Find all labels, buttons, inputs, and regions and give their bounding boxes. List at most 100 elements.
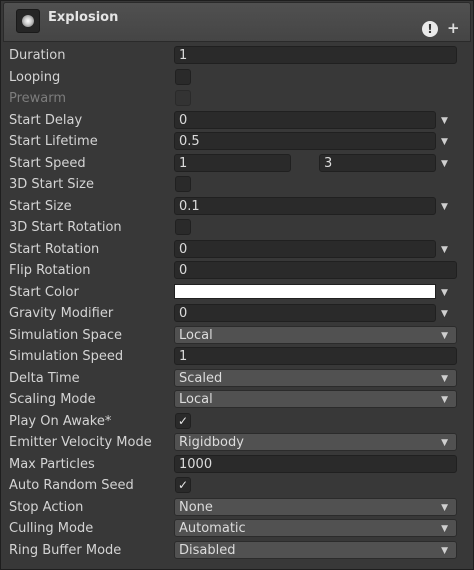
duration-label: Duration	[9, 48, 66, 63]
start-size-mode-dropdown-icon[interactable]: ▼	[441, 197, 448, 217]
flip-rotation-label: Flip Rotation	[9, 263, 91, 278]
start-size-label: Start Size	[9, 198, 72, 214]
row-max-particles: Max Particles 1000	[0, 454, 474, 476]
chevron-down-icon: ▼	[441, 373, 448, 384]
row-simulation-speed: Simulation Speed 1	[0, 346, 474, 368]
chevron-down-icon: ▼	[441, 502, 448, 513]
row-start-size: Start Size 0.1 ▼	[0, 196, 474, 218]
stop-action-dropdown[interactable]: None ▼	[174, 497, 457, 516]
start-lifetime-mode-dropdown-icon[interactable]: ▼	[441, 132, 448, 152]
row-start-rotation: Start Rotation 0 ▼	[0, 239, 474, 261]
row-duration: Duration 1	[0, 45, 474, 67]
particle-system-icon	[16, 9, 40, 33]
chevron-down-icon: ▼	[441, 395, 448, 405]
start-size-field[interactable]: 0.1	[174, 196, 436, 215]
property-list: Duration 1 Looping Prewarm Start Delay 0…	[0, 45, 474, 561]
row-start-delay: Start Delay 0 ▼	[0, 110, 474, 132]
3d-start-size-label: 3D Start Size	[9, 177, 94, 192]
start-lifetime-field[interactable]: 0.5	[174, 132, 436, 150]
scaling-mode-dropdown[interactable]: Local ▼	[174, 390, 457, 408]
culling-mode-value: Automatic	[179, 521, 246, 536]
emitter-velocity-mode-dropdown[interactable]: Rigidbody ▼	[174, 433, 457, 451]
culling-mode-dropdown[interactable]: Automatic ▼	[174, 519, 457, 537]
play-on-awake-checkbox[interactable]: ✓	[175, 412, 191, 429]
scaling-mode-value: Local	[179, 392, 213, 407]
start-delay-label: Start Delay	[9, 112, 83, 128]
start-rotation-mode-dropdown-icon[interactable]: ▼	[441, 240, 448, 260]
3d-start-rotation-label: 3D Start Rotation	[9, 220, 122, 235]
gravity-modifier-mode-dropdown-icon[interactable]: ▼	[441, 304, 448, 324]
start-speed-label: Start Speed	[9, 155, 86, 171]
row-start-speed: Start Speed 1 3 ▼	[0, 153, 474, 175]
chevron-down-icon: ▼	[441, 524, 448, 534]
start-speed-max-field[interactable]: 3	[319, 153, 436, 172]
culling-mode-label: Culling Mode	[9, 521, 94, 536]
simulation-space-value: Local	[179, 327, 213, 343]
start-rotation-label: Start Rotation	[9, 241, 100, 257]
row-stop-action: Stop Action None ▼	[0, 497, 474, 519]
3d-start-size-checkbox[interactable]	[175, 176, 191, 192]
start-speed-mode-dropdown-icon[interactable]: ▼	[441, 154, 448, 174]
scaling-mode-label: Scaling Mode	[9, 392, 96, 407]
flip-rotation-field[interactable]: 0	[174, 261, 457, 279]
play-on-awake-label: Play On Awake*	[9, 413, 112, 429]
row-looping: Looping	[0, 67, 474, 89]
row-3d-start-rotation: 3D Start Rotation	[0, 217, 474, 239]
start-color-mode-dropdown-icon[interactable]: ▼	[441, 283, 448, 303]
row-flip-rotation: Flip Rotation 0	[0, 260, 474, 282]
row-play-on-awake: Play On Awake* ✓	[0, 411, 474, 433]
stop-action-label: Stop Action	[9, 499, 84, 515]
row-start-color: Start Color ▼	[0, 282, 474, 304]
looping-label: Looping	[9, 69, 61, 85]
start-lifetime-label: Start Lifetime	[9, 134, 98, 149]
chevron-down-icon: ▼	[441, 545, 448, 556]
delta-time-dropdown[interactable]: Scaled ▼	[174, 368, 457, 387]
simulation-space-dropdown[interactable]: Local ▼	[174, 325, 457, 344]
start-delay-field[interactable]: 0	[174, 110, 436, 129]
simulation-speed-field[interactable]: 1	[174, 347, 457, 365]
max-particles-label: Max Particles	[9, 456, 95, 472]
row-3d-start-size: 3D Start Size	[0, 174, 474, 196]
row-ring-buffer-mode: Ring Buffer Mode Disabled ▼	[0, 540, 474, 562]
chevron-down-icon: ▼	[441, 438, 448, 448]
looping-checkbox[interactable]	[175, 68, 191, 85]
row-start-lifetime: Start Lifetime 0.5 ▼	[0, 131, 474, 153]
emitter-velocity-mode-value: Rigidbody	[179, 435, 244, 450]
start-rotation-field[interactable]: 0	[174, 239, 436, 258]
row-scaling-mode: Scaling Mode Local ▼	[0, 389, 474, 411]
start-delay-mode-dropdown-icon[interactable]: ▼	[441, 111, 448, 131]
row-prewarm: Prewarm	[0, 88, 474, 110]
prewarm-checkbox	[175, 90, 191, 106]
stop-action-value: None	[179, 499, 213, 515]
info-icon[interactable]: !	[422, 21, 438, 37]
gravity-modifier-label: Gravity Modifier	[9, 306, 114, 321]
ring-buffer-mode-value: Disabled	[179, 542, 236, 558]
prewarm-label: Prewarm	[9, 91, 67, 106]
add-icon[interactable]: +	[447, 19, 460, 37]
simulation-speed-label: Simulation Speed	[9, 349, 124, 364]
component-title: Explosion	[48, 10, 119, 25]
gravity-modifier-field[interactable]: 0	[174, 304, 436, 322]
3d-start-rotation-checkbox[interactable]	[175, 219, 191, 235]
auto-random-seed-label: Auto Random Seed	[9, 478, 134, 493]
simulation-space-label: Simulation Space	[9, 327, 122, 343]
start-color-label: Start Color	[9, 284, 79, 300]
duration-field[interactable]: 1	[174, 46, 457, 64]
row-gravity-modifier: Gravity Modifier 0 ▼	[0, 303, 474, 325]
auto-random-seed-checkbox[interactable]: ✓	[175, 477, 191, 493]
component-header[interactable]: Explosion ! +	[3, 2, 471, 42]
ring-buffer-mode-label: Ring Buffer Mode	[9, 542, 122, 558]
start-color-swatch[interactable]	[174, 283, 436, 299]
row-simulation-space: Simulation Space Local ▼	[0, 325, 474, 347]
chevron-down-icon: ▼	[441, 330, 448, 341]
row-emitter-velocity-mode: Emitter Velocity Mode Rigidbody ▼	[0, 432, 474, 454]
row-auto-random-seed: Auto Random Seed ✓	[0, 475, 474, 497]
emitter-velocity-mode-label: Emitter Velocity Mode	[9, 435, 152, 450]
delta-time-value: Scaled	[179, 370, 223, 386]
row-delta-time: Delta Time Scaled ▼	[0, 368, 474, 390]
max-particles-field[interactable]: 1000	[174, 454, 457, 473]
start-speed-min-field[interactable]: 1	[174, 153, 291, 172]
row-culling-mode: Culling Mode Automatic ▼	[0, 518, 474, 540]
ring-buffer-mode-dropdown[interactable]: Disabled ▼	[174, 540, 457, 559]
delta-time-label: Delta Time	[9, 370, 80, 386]
